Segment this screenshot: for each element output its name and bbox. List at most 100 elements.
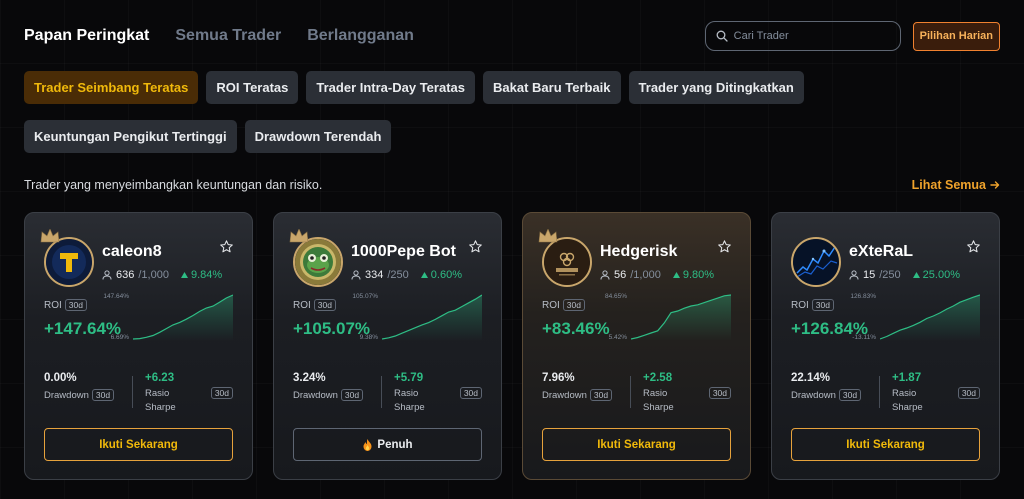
fire-icon [363, 438, 372, 451]
star-icon[interactable] [220, 240, 233, 253]
trader-card[interactable]: 1000Pepe Bot 334/250 0.60% ROI 30d +105.… [273, 212, 502, 480]
crown-icon [538, 229, 558, 243]
stats-row: 7.96% Drawdown 30d +2.58 Rasio Sharpe 30… [542, 372, 731, 414]
full-button[interactable]: Penuh [293, 428, 482, 461]
action-label: Ikuti Sekarang [597, 438, 676, 451]
trader-card[interactable]: Hedgerisk 56/1,000 9.80% ROI 30d +83.46%… [522, 212, 751, 480]
sparkline-area [382, 295, 482, 341]
leaderboard-page: Papan Peringkat Semua Trader Berlanggana… [0, 0, 1024, 480]
sharpe-value: +5.79 [394, 372, 424, 384]
search-box[interactable] [704, 21, 901, 51]
action-label: Ikuti Sekarang [99, 438, 178, 451]
drawdown-value: 7.96% [542, 372, 575, 384]
period-pill: 30d [64, 299, 87, 311]
roi-sparkline-chart [382, 294, 482, 341]
stat-divider [132, 376, 133, 408]
filter-intraday-traders[interactable]: Trader Intra-Day Teratas [306, 71, 475, 104]
drawdown-stat: 0.00% Drawdown 30d [44, 372, 132, 401]
roi-label-text: ROI [791, 299, 809, 311]
triangle-up-icon [912, 272, 920, 278]
daily-picks-button[interactable]: Pilihan Harian [912, 21, 1000, 51]
drawdown-label: Drawdown 30d [44, 389, 132, 401]
roi-max-label: 126.83% [850, 293, 876, 300]
filter-top-roi[interactable]: ROI Teratas [206, 71, 299, 104]
trader-cards: caleon8 636/1,000 9.84% ROI 30d +147.64%… [24, 212, 1000, 480]
frog-coin-icon [293, 237, 343, 287]
daily-change-value: 25.00% [922, 269, 960, 281]
tab-all-traders[interactable]: Semua Trader [175, 27, 281, 45]
sharpe-label-line1: Rasio [145, 388, 170, 399]
trader-info: 1000Pepe Bot 334/250 0.60% [351, 237, 462, 281]
sharpe-label: Rasio Sharpe [145, 387, 176, 415]
drawdown-label-text: Drawdown [791, 389, 836, 401]
trader-card[interactable]: eXteRaL 15/250 25.00% ROI 30d +126.84% 1… [771, 212, 1000, 480]
trader-card[interactable]: caleon8 636/1,000 9.84% ROI 30d +147.64%… [24, 212, 253, 480]
sharpe-stat: +1.87 Rasio Sharpe 30d [892, 372, 980, 415]
trader-name[interactable]: caleon8 [102, 243, 222, 261]
period-pill: 30d [210, 387, 233, 399]
follower-capacity: /1,000 [138, 269, 169, 281]
roi-sparkline-chart [133, 294, 233, 341]
sharpe-label-line2: Sharpe [394, 402, 425, 413]
triangle-up-icon [180, 272, 188, 278]
follower-count: 636 [116, 269, 135, 281]
action-label: Ikuti Sekarang [846, 438, 925, 451]
avatar[interactable] [791, 237, 841, 287]
sharpe-label-line2: Sharpe [145, 402, 176, 413]
roi-sparkline: 147.64% 6.69% [103, 293, 233, 341]
roi-label-text: ROI [542, 299, 560, 311]
avatar[interactable] [538, 229, 592, 287]
sharpe-value: +1.87 [892, 372, 922, 384]
period-pill: 30d [957, 387, 980, 399]
avatar[interactable] [40, 229, 94, 287]
section-bar: Trader yang menyeimbangkan keuntungan da… [24, 178, 1000, 192]
roi-min-label: 5.42% [608, 334, 627, 341]
trader-meta: 636/1,000 9.84% [102, 269, 222, 281]
filter-new-talent[interactable]: Bakat Baru Terbaik [483, 71, 621, 104]
roi-min-label: -13.11% [852, 334, 876, 341]
stat-divider [381, 376, 382, 408]
star-icon[interactable] [718, 240, 731, 253]
daily-change: 9.80% [672, 269, 714, 281]
follow-button[interactable]: Ikuti Sekarang [44, 428, 233, 461]
filter-lowest-drawdown[interactable]: Drawdown Terendah [244, 120, 392, 153]
daily-change: 0.60% [420, 269, 462, 281]
roi-label-text: ROI [293, 299, 311, 311]
filter-balanced-traders[interactable]: Trader Seimbang Teratas [24, 71, 199, 104]
tab-subscriptions[interactable]: Berlangganan [307, 27, 414, 45]
roi-min-label: 6.69% [110, 334, 129, 341]
trader-name[interactable]: Hedgerisk [600, 243, 714, 261]
avatar[interactable] [289, 229, 343, 287]
follower-capacity: /250 [387, 269, 409, 281]
sharpe-label-line2: Sharpe [892, 402, 923, 413]
trader-name[interactable]: 1000Pepe Bot [351, 243, 462, 261]
roi-sparkline-chart [880, 294, 980, 341]
triangle-up-icon [672, 272, 680, 278]
daily-change: 9.84% [180, 269, 222, 281]
user-icon [102, 270, 112, 280]
star-icon[interactable] [469, 240, 482, 253]
filter-improved-traders[interactable]: Trader yang Ditingkatkan [628, 71, 804, 104]
follow-button[interactable]: Ikuti Sekarang [791, 428, 980, 461]
trader-name[interactable]: eXteRaL [849, 243, 960, 261]
sparkline-area [880, 295, 980, 341]
header-actions: Pilihan Harian [704, 21, 1000, 51]
period-pill: 30d [313, 299, 336, 311]
search-input[interactable] [733, 30, 890, 42]
header: Papan Peringkat Semua Trader Berlanggana… [24, 0, 1000, 72]
tab-leaderboard[interactable]: Papan Peringkat [24, 27, 149, 45]
roi-sparkline: 84.65% 5.42% [605, 293, 731, 341]
t-logo-icon [44, 237, 94, 287]
arrow-right-icon [990, 181, 1000, 189]
follow-button[interactable]: Ikuti Sekarang [542, 428, 731, 461]
roi-max-label: 84.65% [604, 293, 627, 300]
sharpe-label-row: Rasio Sharpe 30d [394, 384, 482, 415]
follower-capacity: /250 [879, 269, 901, 281]
roi-section: ROI 30d +83.46% 84.65% 5.42% [542, 293, 731, 369]
sharpe-value: +2.58 [643, 372, 673, 384]
filter-top-follower-profit[interactable]: Keuntungan Pengikut Tertinggi [24, 120, 237, 153]
see-all-link[interactable]: Lihat Semua [912, 178, 1000, 192]
roi-section: ROI 30d +126.84% 126.83% -13.11% [791, 293, 980, 369]
trader-meta: 334/250 0.60% [351, 269, 462, 281]
star-icon[interactable] [967, 240, 980, 253]
